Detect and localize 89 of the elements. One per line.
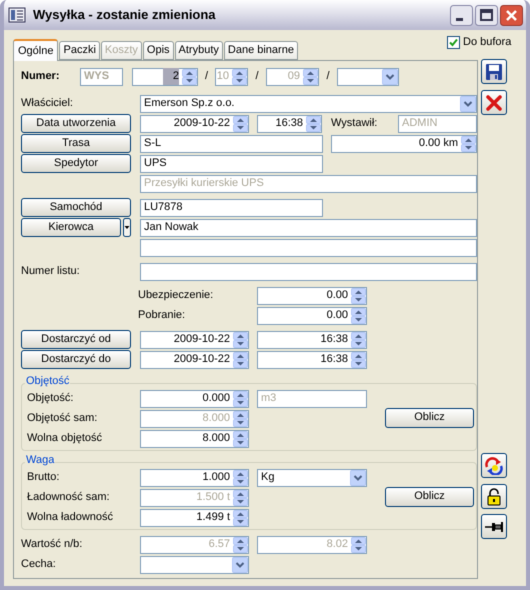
spin-buttons[interactable] [233, 470, 248, 486]
pin-button[interactable] [481, 514, 507, 539]
field-label: Cecha: [21, 557, 57, 572]
maximize-button[interactable] [475, 4, 498, 26]
field-label: Ładowność sam: [27, 490, 111, 506]
carrier-button[interactable]: Spedytor [21, 154, 131, 173]
input-field[interactable]: 0.00 km [331, 134, 477, 152]
field-label: / [254, 69, 260, 84]
check-icon [449, 38, 458, 46]
input-field[interactable]: 0.00 [257, 306, 367, 324]
close-button[interactable] [500, 4, 523, 26]
spin-buttons[interactable] [233, 116, 248, 132]
input-field[interactable]: 1.499 t [140, 508, 249, 526]
group-title: Objętość [25, 376, 70, 387]
field-label: Numer: [21, 69, 61, 84]
input-field[interactable]: 16:38 [257, 114, 322, 132]
pushpin-icon [484, 520, 504, 534]
input-field[interactable]: LU7878 [140, 198, 323, 216]
field-label: / [204, 69, 210, 84]
lock-button[interactable] [481, 484, 507, 509]
cancel-button[interactable] [481, 90, 507, 115]
field-label: / [325, 69, 331, 84]
input-field[interactable]: 16:38 [257, 330, 367, 348]
save-button[interactable] [481, 59, 507, 84]
calculate-button[interactable]: Oblicz [385, 408, 474, 428]
input-field[interactable]: 2 [132, 68, 198, 86]
spin-buttons[interactable] [233, 430, 248, 446]
field-label: Pobranie: [138, 308, 186, 324]
spin-buttons[interactable] [351, 308, 366, 324]
input-field[interactable]: Jan Nowak [140, 218, 477, 236]
group-title: Waga [25, 455, 56, 466]
input-field[interactable]: 8.000 [140, 430, 249, 448]
spin-buttons[interactable] [233, 332, 248, 348]
input-field[interactable]: 2009-10-22 [140, 330, 249, 348]
refresh-button[interactable] [481, 453, 507, 478]
date-button[interactable]: Data utworzenia [21, 114, 131, 133]
field-label: Brutto: [27, 470, 60, 486]
vehicle-button[interactable]: Samochód [21, 198, 131, 217]
app-icon [8, 6, 28, 24]
field-label: Wolna ładowność [27, 510, 114, 526]
field-label: Właściciel: [21, 96, 74, 112]
input-field[interactable] [140, 262, 477, 280]
calculate-button[interactable]: Oblicz [385, 486, 474, 506]
minimize-button[interactable] [450, 4, 473, 26]
spin-buttons[interactable] [461, 136, 476, 152]
tab[interactable]: Opis [142, 41, 174, 60]
spin-buttons[interactable] [233, 352, 248, 368]
spin-buttons[interactable] [182, 68, 197, 84]
arrows-icon [484, 456, 504, 474]
padlock-icon [486, 488, 502, 506]
dropdown-field[interactable]: Emerson Sp.z o.o. [140, 94, 477, 112]
dropdown-button[interactable] [123, 218, 131, 237]
spin-buttons[interactable] [306, 116, 321, 132]
field-label: Objętość: [27, 391, 74, 406]
spin-buttons[interactable] [233, 390, 248, 406]
tab[interactable]: Paczki [59, 41, 100, 60]
input-field[interactable]: 0.000 [140, 390, 249, 408]
input-field[interactable]: UPS [140, 154, 323, 172]
route-button[interactable]: Trasa [21, 134, 131, 153]
dropdown-field[interactable]: Kg [257, 468, 367, 486]
spin-buttons[interactable] [351, 288, 366, 304]
input-field[interactable]: 16:38 [257, 350, 367, 368]
field-label: Ubezpieczenie: [138, 288, 214, 304]
spin-buttons[interactable] [351, 332, 366, 348]
field-label: Numer listu: [21, 264, 81, 280]
window-title: Wysyłka - zostanie zmieniona [33, 6, 217, 24]
checkbox[interactable]: Do bufora [447, 34, 526, 50]
spin-buttons[interactable] [351, 352, 366, 368]
field-label: Wartość n/b: [21, 537, 84, 552]
input-field[interactable]: 2009-10-22 [140, 114, 249, 132]
input-field[interactable]: 0.00 [257, 286, 367, 304]
input-field[interactable] [140, 238, 477, 256]
field-label: Wystawił: [331, 116, 378, 132]
tab[interactable]: Ogólne [13, 39, 58, 61]
input-field[interactable]: S-L [140, 134, 323, 152]
spin-buttons[interactable] [233, 510, 248, 526]
tab[interactable]: Atrybuty [174, 41, 223, 60]
delivery-date-button[interactable]: Dostarczyć do [21, 350, 131, 369]
delivery-date-button[interactable]: Dostarczyć od [21, 330, 131, 349]
field-label: Wolna objętość [27, 431, 104, 446]
tab[interactable]: Dane binarne [224, 41, 298, 60]
input-field[interactable]: 2009-10-22 [140, 350, 249, 368]
driver-button[interactable]: Kierowca [21, 218, 121, 237]
input-field[interactable]: 1.000 [140, 468, 249, 486]
dropdown-field[interactable] [140, 556, 249, 574]
save-icon [485, 62, 503, 80]
close-icon [485, 94, 503, 112]
dropdown-field[interactable] [337, 68, 399, 86]
field-label: Objętość sam: [27, 411, 98, 426]
